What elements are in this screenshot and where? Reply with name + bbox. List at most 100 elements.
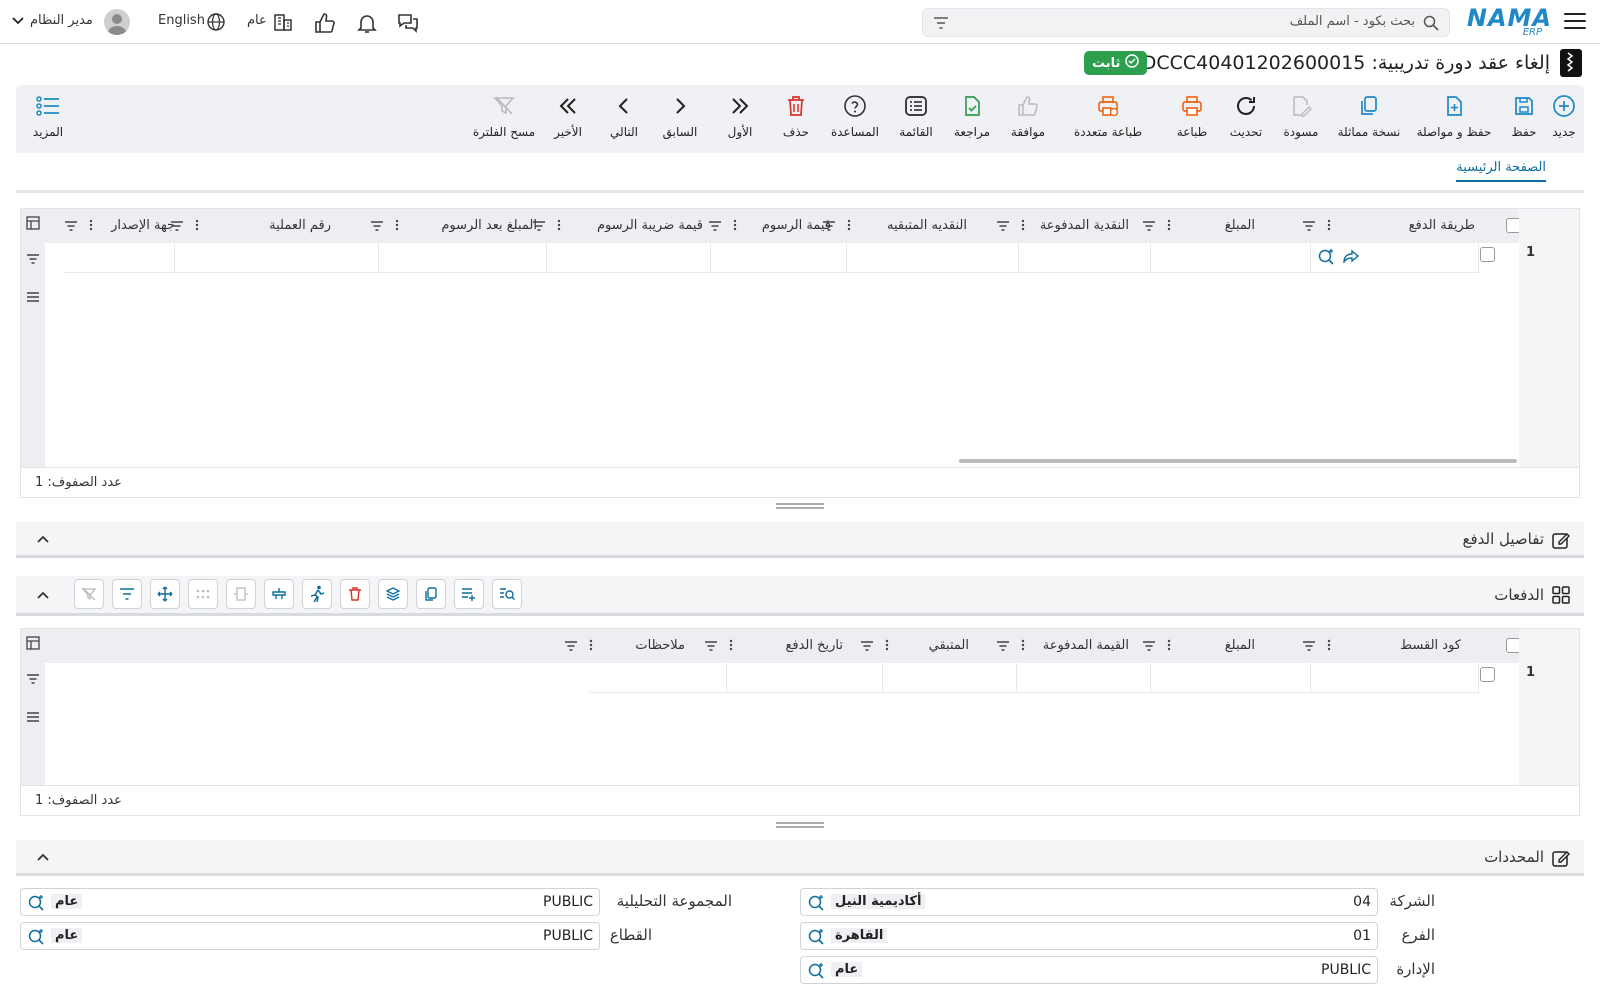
clear-filter-button[interactable] <box>74 579 104 609</box>
analysis-group-field[interactable]: PUBLIC عام <box>20 888 600 916</box>
cell-fees-value[interactable] <box>711 243 847 273</box>
branch-label[interactable]: عام <box>247 13 267 28</box>
col-header-installment-code[interactable]: كود القسط <box>1400 638 1461 653</box>
row-checkbox[interactable] <box>1480 247 1495 262</box>
column-tools[interactable] <box>565 639 593 655</box>
cell-paid-cash[interactable] <box>1019 243 1151 273</box>
installments-section-header[interactable]: الدفعات <box>16 576 1584 616</box>
user-name[interactable]: مدير النظام <box>30 13 93 28</box>
cell-payment-method[interactable] <box>1311 243 1479 273</box>
payment-details-section-header[interactable]: تفاصيل الدفع <box>16 522 1584 558</box>
cell-issuer[interactable] <box>63 243 175 273</box>
column-tools[interactable] <box>533 219 561 235</box>
list-button[interactable]: القائمة <box>894 93 938 139</box>
col-header-fees-value[interactable]: قيمة الرسوم <box>762 218 831 233</box>
search-box[interactable]: بحث بكود - اسم الملف <box>922 8 1450 37</box>
col-header-amount[interactable]: المبلغ <box>1225 638 1255 653</box>
next-button[interactable]: التالي <box>606 93 642 139</box>
cell-fees-tax[interactable] <box>547 243 711 273</box>
search-add-icon[interactable] <box>1317 248 1335 270</box>
layers-button[interactable] <box>378 579 408 609</box>
column-tools[interactable] <box>1303 639 1331 655</box>
last-button[interactable]: الأخير <box>550 93 586 139</box>
resize-handle[interactable] <box>776 822 824 828</box>
dimensions-section-header[interactable]: المحددات <box>16 840 1584 876</box>
cell-installment-code[interactable] <box>1311 663 1479 693</box>
col-header-paid-value[interactable]: القيمة المدفوعة <box>1043 638 1129 653</box>
approve-button[interactable]: موافقة <box>1006 93 1050 139</box>
chevron-up-icon[interactable] <box>36 588 50 606</box>
cell-amount[interactable] <box>1151 243 1311 273</box>
company-field[interactable]: 04 أكاديمية النيل <box>800 888 1378 916</box>
lookup-icon[interactable] <box>807 894 825 916</box>
review-button[interactable]: مراجعة <box>950 93 994 139</box>
cell-payment-date[interactable] <box>727 663 883 693</box>
column-tools[interactable] <box>997 639 1025 655</box>
col-header-remaining-cash[interactable]: النقديه المتبقيه <box>887 218 967 233</box>
cell-amount-after-fees[interactable] <box>379 243 547 273</box>
column-tools[interactable] <box>371 219 399 235</box>
filter-lines-button[interactable] <box>112 579 142 609</box>
menu-lines-icon[interactable] <box>26 711 40 727</box>
column-tools[interactable] <box>709 219 737 235</box>
refresh-button[interactable]: تحديث <box>1224 93 1268 139</box>
horizontal-scrollbar[interactable] <box>959 459 1517 463</box>
col-header-payment-method[interactable]: طريقة الدفع <box>1409 218 1475 233</box>
column-tools[interactable] <box>65 219 93 235</box>
search-lines-button[interactable] <box>492 579 522 609</box>
move-button[interactable] <box>150 579 180 609</box>
col-header-amount-after-fees[interactable]: المبلغ بعد الرسوم <box>441 218 537 233</box>
lookup-icon[interactable] <box>27 928 45 950</box>
help-button[interactable]: المساعدة <box>830 93 880 139</box>
col-header-amount[interactable]: المبلغ <box>1225 218 1255 233</box>
run-button[interactable] <box>302 579 332 609</box>
lookup-icon[interactable] <box>807 962 825 984</box>
col-header-payment-date[interactable]: تاريخ الدفع <box>785 638 843 653</box>
cell-amount[interactable] <box>1151 663 1311 693</box>
col-header-transaction-no[interactable]: رقم العملية <box>269 218 331 233</box>
column-tools[interactable] <box>171 219 199 235</box>
column-tools[interactable] <box>1303 219 1331 235</box>
approvals-icon[interactable] <box>313 11 337 35</box>
add-lines-button[interactable] <box>454 579 484 609</box>
avatar[interactable] <box>104 9 130 35</box>
draft-button[interactable]: مسودة <box>1278 93 1324 139</box>
bell-icon[interactable] <box>355 11 379 35</box>
print-button[interactable]: طباعة <box>1170 93 1214 139</box>
share-icon[interactable] <box>1343 249 1360 267</box>
save-continue-button[interactable]: حفظ و مواصلة <box>1414 93 1494 139</box>
col-header-issuer[interactable]: جهة الإصدار <box>99 218 175 233</box>
col-header-paid-cash[interactable]: النقدية المدفوعة <box>1040 218 1129 233</box>
chat-icon[interactable] <box>396 11 420 35</box>
column-tools[interactable] <box>1143 219 1171 235</box>
copy-row-button[interactable] <box>416 579 446 609</box>
table-settings-icon[interactable] <box>26 636 40 654</box>
menu-icon[interactable] <box>1564 10 1586 32</box>
column-tools[interactable] <box>997 219 1025 235</box>
globe-icon[interactable] <box>206 12 230 36</box>
col-header-fees-tax[interactable]: قيمة ضريبة الرسوم <box>597 218 703 233</box>
app-logo[interactable]: NAMA ERP <box>1467 4 1552 38</box>
cell-remaining[interactable] <box>883 663 1017 693</box>
table-settings-icon[interactable] <box>26 216 40 234</box>
menu-lines-icon[interactable] <box>26 291 40 307</box>
fit-columns-button[interactable] <box>226 579 256 609</box>
row-checkbox[interactable] <box>1480 667 1495 682</box>
clear-filter-button[interactable]: مسح الفلترة <box>472 93 536 139</box>
sector-field[interactable]: PUBLIC عام <box>20 922 600 950</box>
column-tools[interactable] <box>705 639 733 655</box>
chevron-down-icon[interactable] <box>11 14 25 32</box>
multi-print-button[interactable]: طباعة متعددة <box>1066 93 1150 139</box>
resize-handle[interactable] <box>776 503 824 509</box>
duplicate-button[interactable]: نسخة مماثلة <box>1334 93 1404 139</box>
save-button[interactable]: حفظ <box>1504 93 1544 139</box>
cell-transaction-no[interactable] <box>175 243 379 273</box>
insert-row-button[interactable] <box>264 579 294 609</box>
department-field[interactable]: PUBLIC عام <box>800 956 1378 984</box>
filter-icon[interactable] <box>933 16 949 34</box>
first-button[interactable]: الأول <box>722 93 758 139</box>
chevron-up-icon[interactable] <box>36 850 50 868</box>
delete-row-button[interactable] <box>340 579 370 609</box>
building-icon[interactable] <box>272 11 296 35</box>
column-tools[interactable] <box>1143 639 1171 655</box>
